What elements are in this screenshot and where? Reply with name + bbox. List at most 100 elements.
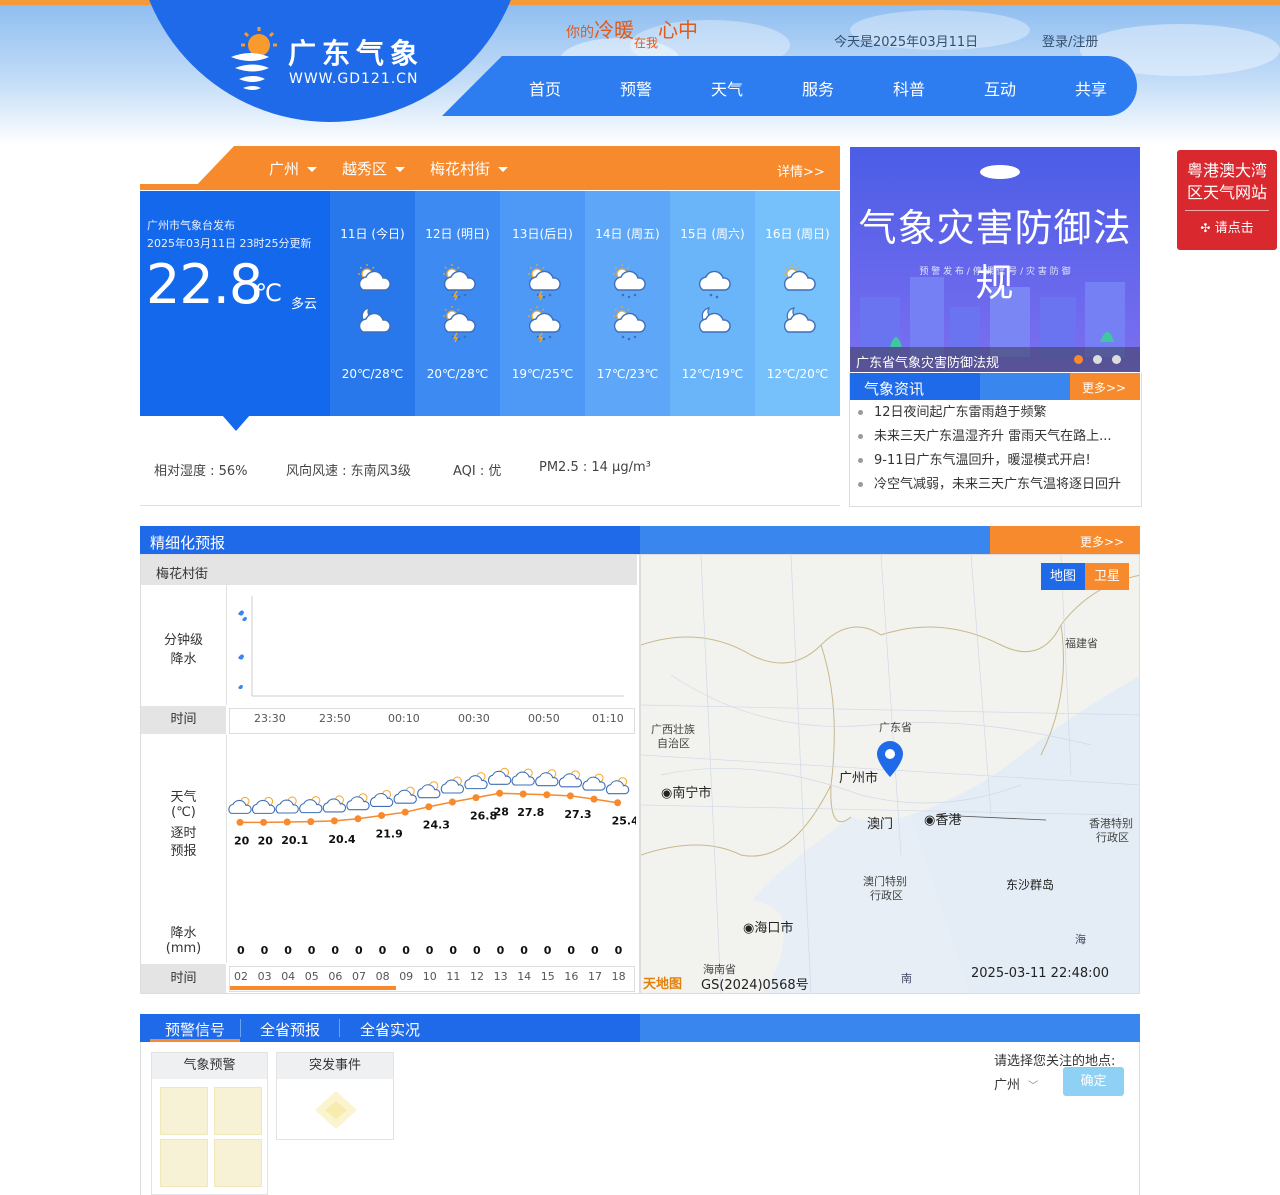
day-column[interactable]: 15日 (周六) 12℃/19℃ <box>670 191 755 416</box>
hour-tick: 04 <box>281 970 296 983</box>
day-column[interactable]: 11日 (今日) 20℃/28℃ <box>330 191 415 416</box>
hour-tick: 05 <box>304 970 319 983</box>
nav-home[interactable]: 首页 <box>505 76 585 100</box>
partly-cloudy-icon <box>464 772 488 790</box>
temp-point[interactable] <box>448 798 456 806</box>
hour-axis[interactable]: 02 03 04 05 06 07 08 09 10 11 12 13 14 15 16 17 18 <box>229 966 635 992</box>
tab-province-forecast[interactable]: 全省预报 <box>244 1019 336 1040</box>
news-item[interactable]: 未来三天广东温湿齐升 雷雨天气在路上... <box>874 425 1140 444</box>
login-link[interactable]: 登录/注册 <box>1042 31 1098 50</box>
weather-warning-card[interactable]: 气象预警 <box>151 1052 268 1195</box>
hour-axis-slider[interactable] <box>230 986 396 990</box>
temp-point[interactable] <box>307 818 315 826</box>
partly-cloudy-icon <box>605 777 630 795</box>
nav-warning[interactable]: 预警 <box>596 76 676 100</box>
partly-cloudy-icon <box>346 793 370 811</box>
confirm-button[interactable]: 确定 <box>1063 1067 1124 1096</box>
nav-science[interactable]: 科普 <box>869 76 949 100</box>
cloudy-night-icon <box>783 307 816 333</box>
slogan-part-a: 你的 <box>566 25 594 41</box>
news-item[interactable]: 12日夜间起广东雷雨趋于频繁 <box>874 401 1140 420</box>
precip-value: 0 <box>379 944 387 957</box>
warning-signal-icon[interactable] <box>214 1087 262 1135</box>
tab-warning-signal[interactable]: 预警信号 <box>150 1014 240 1042</box>
map-label-macau-sar-2: 行政区 <box>870 889 903 902</box>
issuer-text: 广州市气象台发布 <box>147 219 235 232</box>
map-label-hongkong-text: 香港 <box>935 813 962 828</box>
warning-signal-icon[interactable] <box>214 1139 262 1187</box>
partly-cloudy-icon <box>275 796 299 814</box>
temp-point[interactable] <box>260 818 268 826</box>
precip-value: 0 <box>615 944 623 957</box>
carousel-dot-1[interactable] <box>1074 355 1083 364</box>
location-pin-icon[interactable] <box>877 741 903 777</box>
city-dropdown[interactable]: 广州 ﹀ <box>994 1074 1038 1093</box>
gba-weather-ad[interactable]: 粤港澳大湾 区天气网站 ✣ 请点击 <box>1177 150 1277 250</box>
cloudy-night-icon <box>698 307 731 333</box>
time-label-hourly: 时间 <box>141 964 226 993</box>
temp-point[interactable] <box>283 818 291 826</box>
detail-link[interactable]: 详情>> <box>777 161 825 180</box>
nav-weather[interactable]: 天气 <box>687 76 767 100</box>
light-rain-icon <box>698 270 731 299</box>
banner-carousel[interactable]: 气象灾害防御法规 预 警 发 布 / 停 课 信 号 / 灾 害 防 御 广东省… <box>850 147 1140 372</box>
carousel-dot-3[interactable] <box>1112 355 1121 364</box>
day-column[interactable]: 16日 (周日) 12℃/20℃ <box>755 191 840 416</box>
ad-button[interactable]: ✣ 请点击 <box>1185 210 1269 236</box>
precip-value: 0 <box>449 944 457 957</box>
tab-province-obs[interactable]: 全省实况 <box>344 1019 436 1040</box>
logo-url: WWW.GD121.CN <box>289 71 419 87</box>
temp-point[interactable] <box>378 811 386 819</box>
nav-share[interactable]: 共享 <box>1051 76 1131 100</box>
fine-forecast-more-link[interactable]: 更多>> <box>1080 533 1124 550</box>
emergency-event-card[interactable]: 突发事件 <box>276 1052 394 1140</box>
temp-point[interactable] <box>425 803 433 811</box>
temp-label: 28 <box>494 805 509 818</box>
precip-value: 0 <box>331 944 339 957</box>
temp-point[interactable] <box>236 818 244 826</box>
day-column[interactable]: 13日(后日) 19℃/25℃ <box>500 191 585 416</box>
partly-cloudy-icon <box>487 767 512 785</box>
logo[interactable] <box>225 25 277 97</box>
city-select[interactable]: 广州 <box>269 158 318 179</box>
current-condition: 多云 <box>291 297 318 312</box>
precip-label-2: (mm) <box>165 941 202 956</box>
temp-point[interactable] <box>566 792 574 800</box>
warning-signal-icon[interactable] <box>160 1087 208 1135</box>
partly-cloudy-icon <box>558 770 583 788</box>
precip-value: 0 <box>308 944 316 957</box>
temp-point[interactable] <box>496 789 504 797</box>
temp-point[interactable] <box>590 795 598 803</box>
nav-interaction[interactable]: 互动 <box>960 76 1040 100</box>
partly-cloudy-icon <box>582 773 606 791</box>
nav-service[interactable]: 服务 <box>778 76 858 100</box>
map-label-haikou: ◉海口市 <box>743 917 793 936</box>
day-column[interactable]: 12日 (明日) 20℃/28℃ <box>415 191 500 416</box>
banner-sub: 预 警 发 布 / 停 课 信 号 / 灾 害 防 御 <box>919 267 1071 277</box>
satellite-type-button[interactable]: 卫星 <box>1085 563 1129 590</box>
temp-label: 27.3 <box>564 808 591 821</box>
temp-point[interactable] <box>401 808 409 816</box>
map-label-guangdong: 广东省 <box>879 721 912 734</box>
temp-point[interactable] <box>614 799 622 807</box>
carousel-dot-2[interactable] <box>1093 355 1102 364</box>
temp-point[interactable] <box>354 815 362 823</box>
forecast-map[interactable]: 地图 卫星 广西壮族 自治区 广东省 福建省 广州市 ◉南宁市 澳门 ◉香港 香… <box>640 554 1140 994</box>
minute-axis: 23:30 23:50 00:10 00:30 00:50 01:10 <box>229 708 635 734</box>
temp-point[interactable] <box>472 794 480 802</box>
date-text: 今天是2025年03月11日 <box>834 35 979 50</box>
news-item[interactable]: 冷空气减弱，未来三天广东气温将逐日回升 <box>874 473 1140 492</box>
day-temp-range: 12℃/19℃ <box>681 367 744 381</box>
street-select[interactable]: 梅花村街 <box>430 158 509 179</box>
news-item[interactable]: 9-11日广东气温回升，暖湿模式开启! <box>874 449 1140 468</box>
district-select[interactable]: 越秀区 <box>342 158 406 179</box>
map-type-button[interactable]: 地图 <box>1041 563 1085 590</box>
temp-point[interactable] <box>330 817 338 825</box>
temp-point[interactable] <box>519 790 527 798</box>
temp-point[interactable] <box>543 791 551 799</box>
warning-signal-icon[interactable] <box>160 1139 208 1187</box>
day-column[interactable]: 14日 (周五) 17℃/23℃ <box>585 191 670 416</box>
hourly-temp-chart: 20 20 20.1 20.4 21.924.326.828 27.8 27.325.40 0… <box>228 767 636 957</box>
day-label: 14日 (周五) <box>595 227 660 241</box>
hour-tick: 07 <box>352 970 366 983</box>
